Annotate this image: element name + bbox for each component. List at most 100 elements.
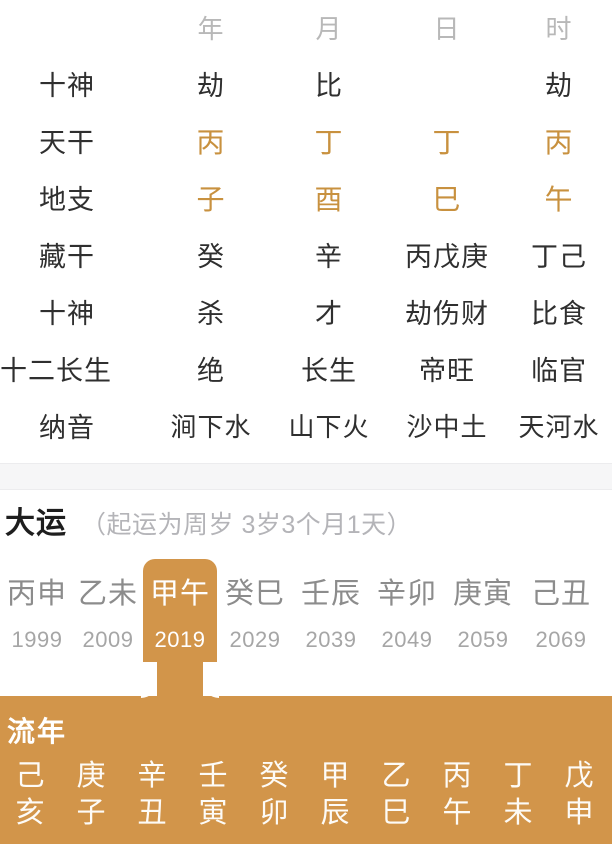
dayun-ganzhi: 乙未 <box>77 578 138 610</box>
row-label-heavenly-stems: 天干 <box>39 128 95 158</box>
cell-shishen-hidden-year: 杀 <box>197 299 225 329</box>
liunian-stem: 丁 <box>503 760 534 792</box>
liunian-stem: 甲 <box>320 760 351 792</box>
dayun-ganzhi: 甲午 <box>149 578 210 610</box>
table-row-shishen-stems: 十神 劫 比 劫 <box>0 55 612 112</box>
bazi-chart-screen: 年 月 日 时 十神 劫 比 劫 天干 丙 丁 丁 丙 地支 子 酉 巳 午 藏… <box>0 0 612 844</box>
dayun-ganzhi: 壬辰 <box>300 578 361 610</box>
cell-earthly-branch-day: 巳 <box>432 183 462 215</box>
cell-twelve-stage-year: 绝 <box>197 356 225 386</box>
liunian-branch: 未 <box>503 797 534 829</box>
liunian-stem: 乙 <box>381 760 412 792</box>
row-label-shishen-hidden: 十神 <box>39 299 95 329</box>
liunian-list: 己亥庚子辛丑壬寅癸卯甲辰乙巳丙午丁未戊申 <box>0 758 612 844</box>
column-header-year: 年 <box>197 14 225 44</box>
dayun-list: 丙申 1999 乙未 2009 甲午 2019 癸巳 2029 壬辰 2039 辛卯 2049 庚寅 20… <box>0 566 612 676</box>
pillar-table-header-row: 年 月 日 时 <box>0 0 612 55</box>
liunian-stem: 己 <box>15 760 46 792</box>
dayun-item[interactable]: 辛卯 2049 <box>370 566 444 676</box>
liunian-branch: 寅 <box>198 797 229 829</box>
dayun-subtitle: （起运为周岁 3岁3个月1天） <box>81 511 413 539</box>
dayun-item[interactable]: 壬辰 2039 <box>294 566 368 676</box>
dayun-item[interactable]: 己丑 2069 <box>524 566 598 676</box>
cell-nayin-year: 涧下水 <box>170 412 252 442</box>
cell-hidden-stems-month: 辛 <box>315 242 343 272</box>
dayun-year: 1999 <box>11 627 63 652</box>
table-row-nayin: 纳音 涧下水 山下火 沙中土 天河水 <box>0 397 612 454</box>
dayun-item[interactable]: 庚寅 2059 <box>446 566 520 676</box>
dayun-item[interactable]: 癸巳 2029 <box>218 566 292 676</box>
cell-hidden-stems-year: 癸 <box>197 242 225 272</box>
liunian-branch: 亥 <box>15 797 46 829</box>
table-row-heavenly-stems: 天干 丙 丁 丁 丙 <box>0 112 612 169</box>
cell-nayin-month: 山下火 <box>288 412 370 442</box>
cell-twelve-stage-hour: 临官 <box>531 356 587 386</box>
liunian-item[interactable]: 癸卯 <box>244 758 305 832</box>
dayun-item-selected[interactable]: 甲午 2019 <box>143 566 217 676</box>
dayun-ganzhi: 己丑 <box>530 578 591 610</box>
dayun-title: 大运 <box>5 507 67 540</box>
table-row-hidden-stems: 藏干 癸 辛 丙戊庚 丁己 <box>0 226 612 283</box>
cell-nayin-hour: 天河水 <box>518 412 600 442</box>
cell-heavenly-stem-month: 丁 <box>314 126 344 158</box>
cell-earthly-branch-year: 子 <box>196 183 226 215</box>
table-row-shishen-hidden: 十神 杀 才 劫伤财 比食 <box>0 283 612 340</box>
cell-shishen-stems-month: 比 <box>315 71 343 101</box>
dayun-item[interactable]: 乙未 2009 <box>71 566 145 676</box>
liunian-branch: 卯 <box>259 797 290 829</box>
liunian-item[interactable]: 丙午 <box>427 758 488 832</box>
column-header-day: 日 <box>433 14 461 44</box>
liunian-item[interactable]: 壬寅 <box>183 758 244 832</box>
cell-nayin-day: 沙中土 <box>406 412 488 442</box>
cell-shishen-hidden-month: 才 <box>315 299 343 329</box>
cell-shishen-hidden-hour: 比食 <box>531 299 587 329</box>
cell-twelve-stage-day: 帝旺 <box>419 356 475 386</box>
liunian-branch: 辰 <box>320 797 351 829</box>
liunian-item[interactable]: 戊申 <box>549 758 610 832</box>
liunian-item[interactable]: 庚子 <box>61 758 122 832</box>
pillar-table: 年 月 日 时 十神 劫 比 劫 天干 丙 丁 丁 丙 地支 子 酉 巳 午 藏… <box>0 0 612 454</box>
dayun-item[interactable]: 丙申 1999 <box>0 566 74 676</box>
dayun-ganzhi: 庚寅 <box>452 578 513 610</box>
table-row-earthly-branches: 地支 子 酉 巳 午 <box>0 169 612 226</box>
row-label-hidden-stems: 藏干 <box>39 242 95 272</box>
cell-shishen-stems-hour: 劫 <box>545 71 573 101</box>
table-row-twelve-stages: 十二长生 绝 长生 帝旺 临官 <box>0 340 612 397</box>
row-label-nayin: 纳音 <box>39 413 95 443</box>
cell-heavenly-stem-year: 丙 <box>196 126 226 158</box>
liunian-branch: 申 <box>564 797 595 829</box>
dayun-year: 2029 <box>229 627 281 652</box>
liunian-stem: 壬 <box>198 760 229 792</box>
dayun-year: 2039 <box>305 627 357 652</box>
cell-earthly-branch-hour: 午 <box>544 183 574 215</box>
row-label-shishen-stems: 十神 <box>39 71 95 101</box>
dayun-ganzhi: 辛卯 <box>376 578 437 610</box>
dayun-year: 2059 <box>457 627 509 652</box>
cell-twelve-stage-month: 长生 <box>301 356 357 386</box>
liunian-stem: 庚 <box>76 760 107 792</box>
dayun-year: 2069 <box>535 627 587 652</box>
liunian-item[interactable]: 丁未 <box>488 758 549 832</box>
liunian-item[interactable]: 己亥 <box>0 758 61 832</box>
cell-shishen-stems-year: 劫 <box>197 71 225 101</box>
cell-hidden-stems-day: 丙戊庚 <box>405 242 489 272</box>
liunian-stem: 辛 <box>137 760 168 792</box>
liunian-branch: 午 <box>442 797 473 829</box>
liunian-stem: 癸 <box>259 760 290 792</box>
row-label-twelve-stages: 十二长生 <box>0 356 112 386</box>
cell-earthly-branch-month: 酉 <box>314 183 344 215</box>
cell-hidden-stems-hour: 丁己 <box>531 242 587 272</box>
liunian-title: 流年 <box>7 716 68 747</box>
column-header-month: 月 <box>315 14 343 44</box>
cell-heavenly-stem-hour: 丙 <box>544 126 574 158</box>
liunian-branch: 子 <box>76 797 107 829</box>
cell-heavenly-stem-day: 丁 <box>432 126 462 158</box>
dayun-ganzhi: 丙申 <box>6 578 67 610</box>
liunian-item[interactable]: 甲辰 <box>305 758 366 832</box>
liunian-item[interactable]: 辛丑 <box>122 758 183 832</box>
dayun-year: 2019 <box>154 627 206 652</box>
dayun-ganzhi: 癸巳 <box>224 578 285 610</box>
section-divider <box>0 463 612 490</box>
row-label-earthly-branches: 地支 <box>39 185 95 215</box>
liunian-item[interactable]: 乙巳 <box>366 758 427 832</box>
